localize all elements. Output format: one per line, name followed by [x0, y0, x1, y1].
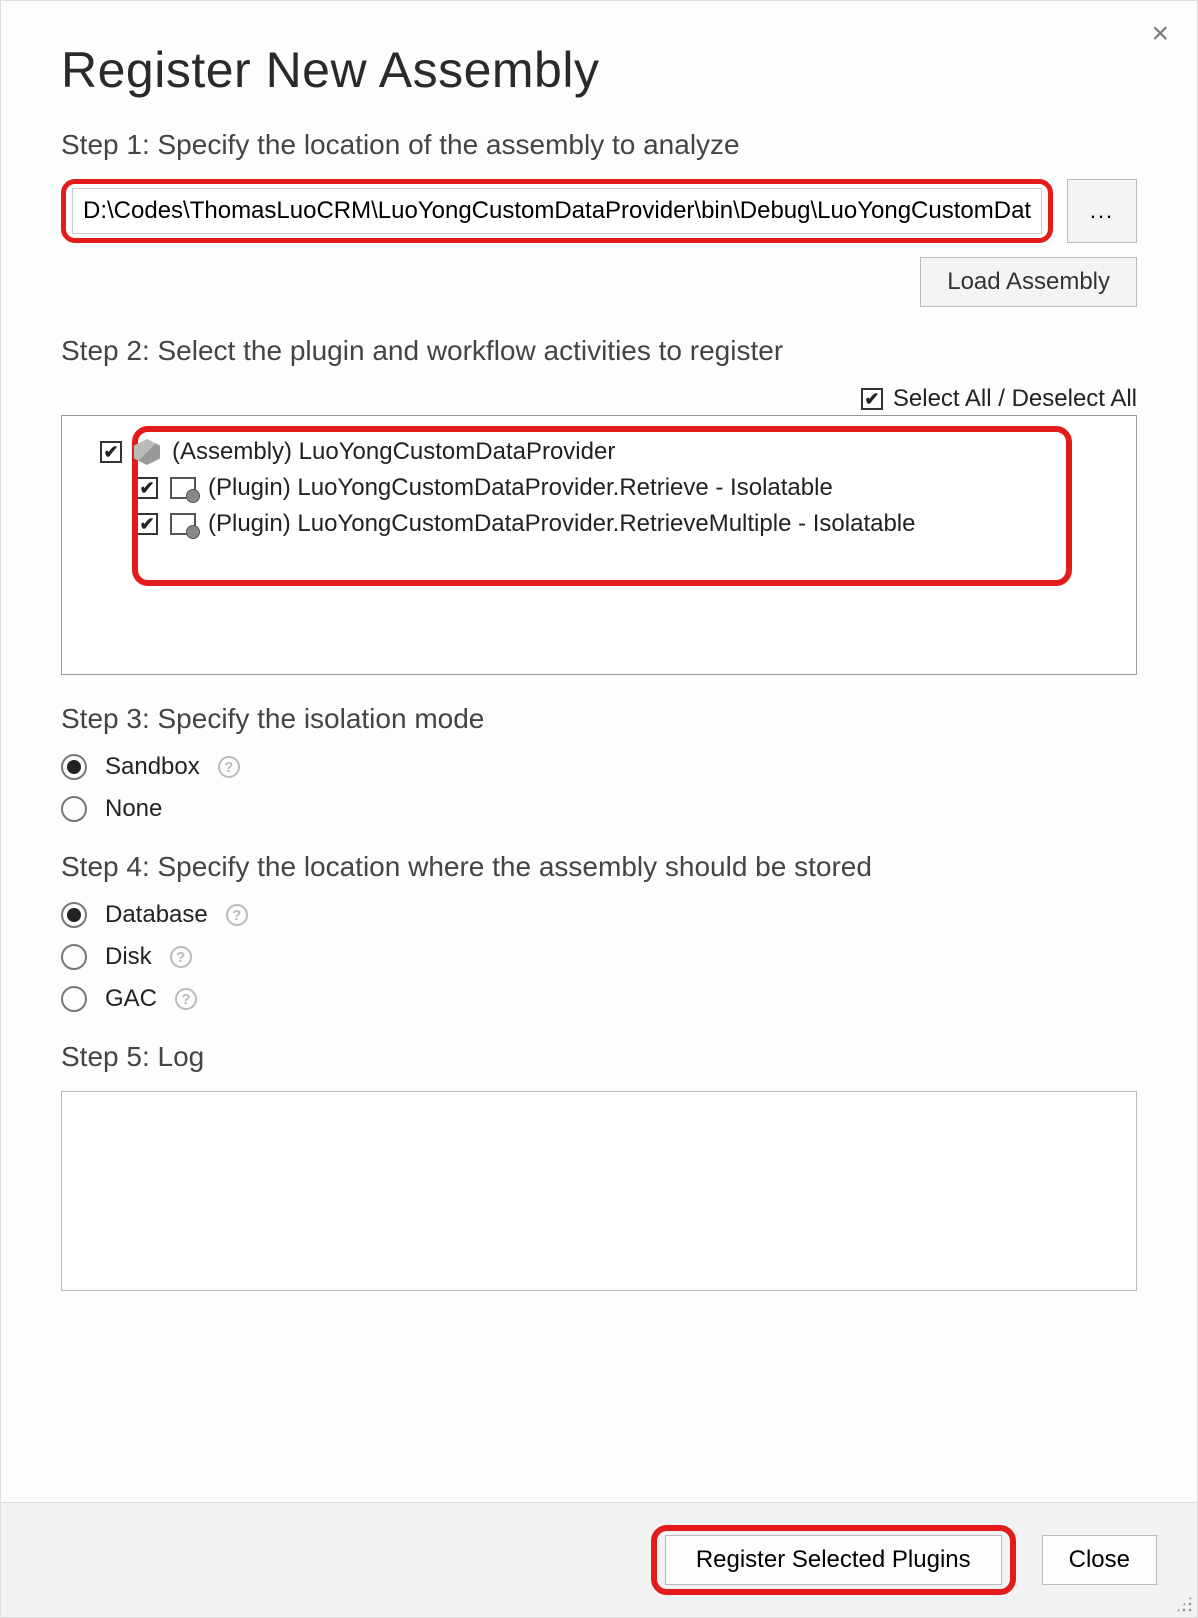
page-title: Register New Assembly — [61, 41, 1137, 99]
close-icon[interactable]: × — [1151, 19, 1169, 49]
location-database-label: Database — [105, 901, 208, 929]
plugin-icon — [170, 477, 196, 499]
check-icon: ✔ — [103, 443, 118, 461]
load-assembly-button[interactable]: Load Assembly — [920, 257, 1137, 307]
isolation-sandbox-radio[interactable] — [61, 754, 87, 780]
log-output — [61, 1091, 1137, 1291]
check-icon: ✔ — [139, 515, 154, 533]
help-icon[interactable]: ? — [218, 756, 240, 778]
location-gac-radio[interactable] — [61, 986, 87, 1012]
step5-label: Step 5: Log — [61, 1041, 1137, 1073]
location-database-radio[interactable] — [61, 902, 87, 928]
plugin-icon — [170, 513, 196, 535]
help-icon[interactable]: ? — [170, 946, 192, 968]
isolation-none-radio[interactable] — [61, 796, 87, 822]
step2-label: Step 2: Select the plugin and workflow a… — [61, 335, 1137, 367]
help-icon[interactable]: ? — [175, 988, 197, 1010]
location-disk-label: Disk — [105, 943, 152, 971]
check-icon: ✔ — [139, 479, 154, 497]
select-all-label: Select All / Deselect All — [893, 385, 1137, 413]
select-all-checkbox[interactable]: ✔ — [861, 388, 883, 410]
footer: Register Selected Plugins Close — [1, 1502, 1197, 1617]
browse-button[interactable]: ... — [1067, 179, 1137, 243]
help-icon[interactable]: ? — [226, 904, 248, 926]
assembly-path-input[interactable] — [72, 188, 1042, 234]
location-disk-radio[interactable] — [61, 944, 87, 970]
highlight-register: Register Selected Plugins — [651, 1525, 1016, 1595]
highlight-path — [61, 179, 1053, 243]
register-selected-plugins-button[interactable]: Register Selected Plugins — [665, 1535, 1002, 1585]
isolation-sandbox-label: Sandbox — [105, 753, 200, 781]
plugin-tree: ✔ (Assembly) LuoYongCustomDataProvider ✔… — [61, 415, 1137, 675]
plugin-label: (Plugin) LuoYongCustomDataProvider.Retri… — [208, 510, 915, 538]
close-button[interactable]: Close — [1042, 1535, 1157, 1585]
step1-label: Step 1: Specify the location of the asse… — [61, 129, 1137, 161]
resize-grip-icon[interactable] — [1175, 1595, 1193, 1613]
plugin-label: (Plugin) LuoYongCustomDataProvider.Retri… — [208, 474, 833, 502]
step3-label: Step 3: Specify the isolation mode — [61, 703, 1137, 735]
assembly-label: (Assembly) LuoYongCustomDataProvider — [172, 438, 615, 466]
isolation-none-label: None — [105, 795, 162, 823]
assembly-icon — [134, 439, 160, 465]
check-icon: ✔ — [864, 390, 879, 408]
plugin-checkbox[interactable]: ✔ — [136, 477, 158, 499]
assembly-checkbox[interactable]: ✔ — [100, 441, 122, 463]
location-gac-label: GAC — [105, 985, 157, 1013]
step4-label: Step 4: Specify the location where the a… — [61, 851, 1137, 883]
plugin-checkbox[interactable]: ✔ — [136, 513, 158, 535]
